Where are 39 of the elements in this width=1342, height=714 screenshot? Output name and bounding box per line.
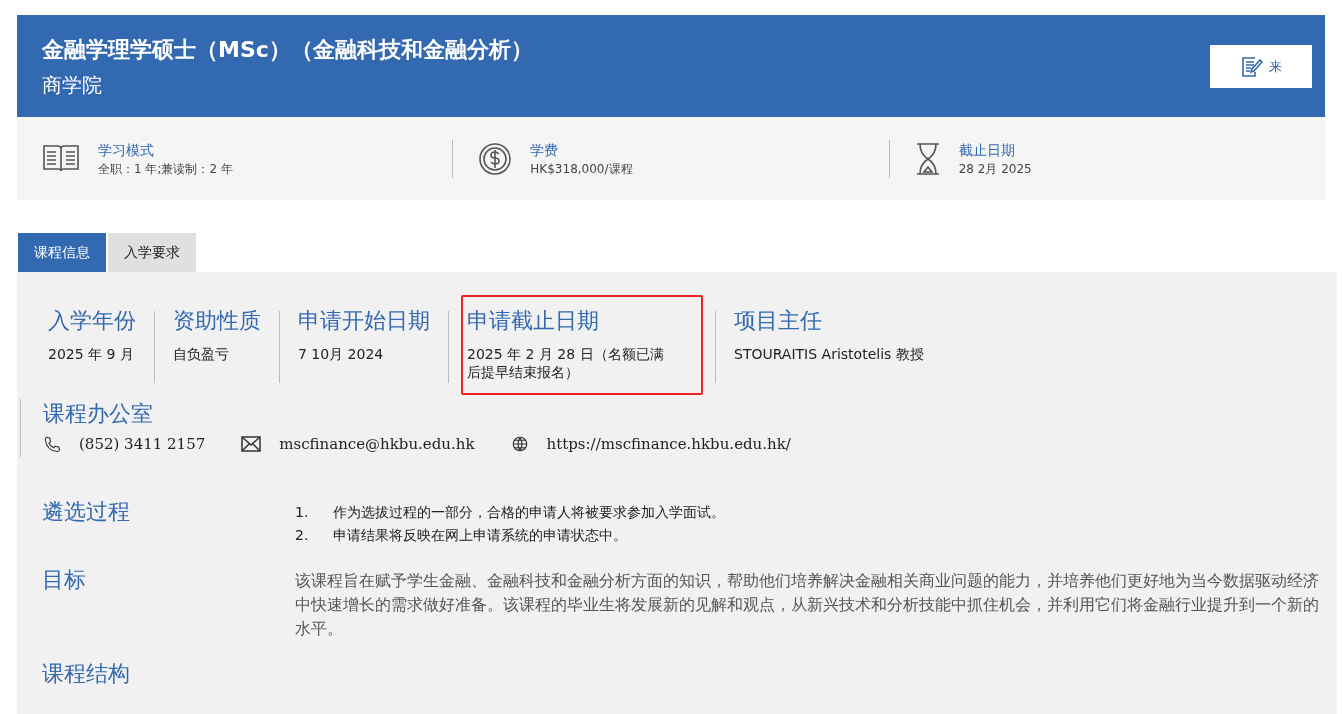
fact-value: 2025 年 9 月 (48, 345, 135, 363)
hourglass-icon (914, 141, 941, 176)
fact-label: 申请开始日期 (298, 307, 430, 335)
apply-button[interactable]: 来 (1210, 45, 1312, 88)
section-title: 目标 (42, 566, 87, 594)
dollar-coin-icon (478, 141, 513, 176)
fact-value: 2025 年 2 月 28 日（名额已满后提早结束报名） (467, 345, 665, 381)
faculty-name: 商学院 (42, 72, 103, 99)
section-title: 课程结构 (42, 660, 131, 688)
list-text: 作为选拔过程的一部分，合格的申请人将被要求参加入学面试。 (333, 503, 725, 522)
summary-label: 学习模式 (98, 140, 155, 160)
list-number: 1. (295, 503, 310, 522)
list-text: 申请结果将反映在网上申请系统的申请状态中。 (333, 526, 627, 545)
summary-value: HK$318,000/课程 (530, 160, 633, 178)
summary-value: 全职：1 年;兼读制：2 年 (98, 160, 233, 178)
envelope-icon (241, 436, 262, 453)
contact-text: https://mscfinance.hkbu.edu.hk/ (546, 434, 791, 455)
fact-label: 项目主任 (734, 307, 823, 335)
fact-value: 7 10月 2024 (298, 345, 385, 363)
summary-label: 学费 (530, 140, 560, 160)
section-paragraph: 该课程旨在赋予学生金融、金融科技和金融分析方面的知识，帮助他们培养解决金融相关商业问题的能力，并培养他们更好地为当今数据驱动经济中快速增长的需求做好准备。该课程的毕业生将发展新的见解和观点，从新兴技术和分析技能中抓住机会，并利用它们将金融行业提升到一个新的水平。 (295, 571, 1319, 640)
fact-label: 入学年份 (48, 307, 136, 335)
tab[interactable]: 课程信息 (18, 233, 106, 272)
contact-text: (852) 3411 2157 (79, 434, 206, 455)
phone-icon (43, 435, 61, 454)
globe-icon (510, 435, 529, 454)
fact-value: 自负盈亏 (173, 345, 230, 363)
summary-label: 截止日期 (958, 140, 1016, 160)
section-title: 遴选过程 (42, 498, 131, 526)
contact-text: mscfinance@hkbu.edu.hk (279, 434, 475, 455)
office-title: 课程办公室 (43, 400, 154, 428)
program-title: 金融学理学硕士（MSc）（金融科技和金融分析） (42, 36, 533, 64)
edit-document-icon (1240, 55, 1263, 78)
fact-label: 申请截止日期 (467, 307, 600, 335)
tab[interactable]: 入学要求 (108, 233, 196, 272)
list-number: 2. (295, 526, 310, 545)
summary-value: 28 2月 2025 (958, 160, 1032, 178)
fact-value: STOURAITIS Aristotelis 教授 (734, 345, 924, 363)
fact-label: 资助性质 (173, 307, 261, 335)
